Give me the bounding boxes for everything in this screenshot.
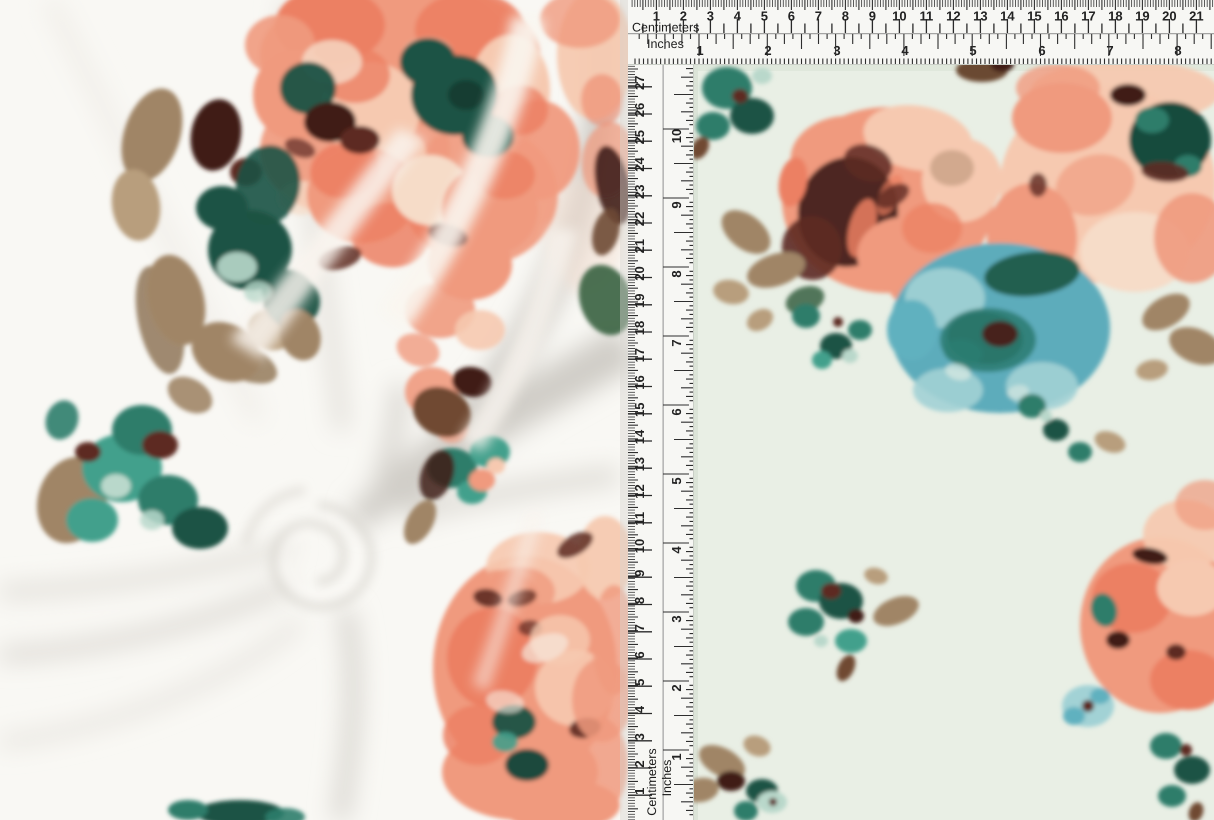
- svg-text:7: 7: [632, 624, 647, 631]
- svg-text:1: 1: [669, 753, 684, 760]
- svg-text:10: 10: [669, 129, 684, 143]
- svg-text:9: 9: [632, 570, 647, 577]
- svg-text:4: 4: [632, 705, 647, 713]
- svg-text:7: 7: [1106, 43, 1113, 58]
- svg-text:9: 9: [669, 201, 684, 208]
- svg-text:6: 6: [632, 651, 647, 658]
- svg-text:19: 19: [632, 294, 647, 308]
- svg-text:27: 27: [632, 76, 647, 90]
- svg-text:16: 16: [632, 375, 647, 389]
- svg-text:5: 5: [632, 679, 647, 686]
- svg-text:18: 18: [632, 321, 647, 335]
- svg-text:8: 8: [632, 597, 647, 604]
- svg-text:8: 8: [1174, 43, 1181, 58]
- svg-text:12: 12: [632, 484, 647, 498]
- svg-text:4: 4: [669, 546, 684, 554]
- svg-text:Inches: Inches: [660, 760, 674, 797]
- svg-text:13: 13: [632, 457, 647, 471]
- svg-text:2: 2: [764, 43, 771, 58]
- svg-text:26: 26: [632, 103, 647, 117]
- svg-text:5: 5: [969, 43, 976, 58]
- svg-text:1: 1: [696, 43, 703, 58]
- svg-text:3: 3: [833, 43, 840, 58]
- svg-text:20: 20: [632, 266, 647, 280]
- svg-text:14: 14: [632, 429, 647, 444]
- svg-text:25: 25: [632, 130, 647, 144]
- svg-text:6: 6: [1038, 43, 1045, 58]
- svg-text:15: 15: [632, 403, 647, 417]
- svg-text:11: 11: [632, 512, 647, 526]
- svg-text:6: 6: [669, 408, 684, 415]
- svg-text:8: 8: [669, 270, 684, 277]
- svg-text:17: 17: [632, 348, 647, 362]
- svg-text:23: 23: [632, 185, 647, 199]
- svg-text:3: 3: [669, 615, 684, 622]
- svg-text:24: 24: [632, 157, 647, 172]
- svg-text:5: 5: [669, 477, 684, 484]
- svg-text:22: 22: [632, 212, 647, 226]
- svg-text:7: 7: [669, 339, 684, 346]
- svg-text:2: 2: [669, 684, 684, 691]
- svg-text:3: 3: [632, 733, 647, 740]
- svg-text:21: 21: [632, 239, 647, 253]
- svg-text:10: 10: [632, 539, 647, 553]
- svg-text:Centimeters: Centimeters: [632, 21, 699, 35]
- svg-text:Centimeters: Centimeters: [645, 748, 659, 815]
- svg-text:4: 4: [901, 43, 909, 58]
